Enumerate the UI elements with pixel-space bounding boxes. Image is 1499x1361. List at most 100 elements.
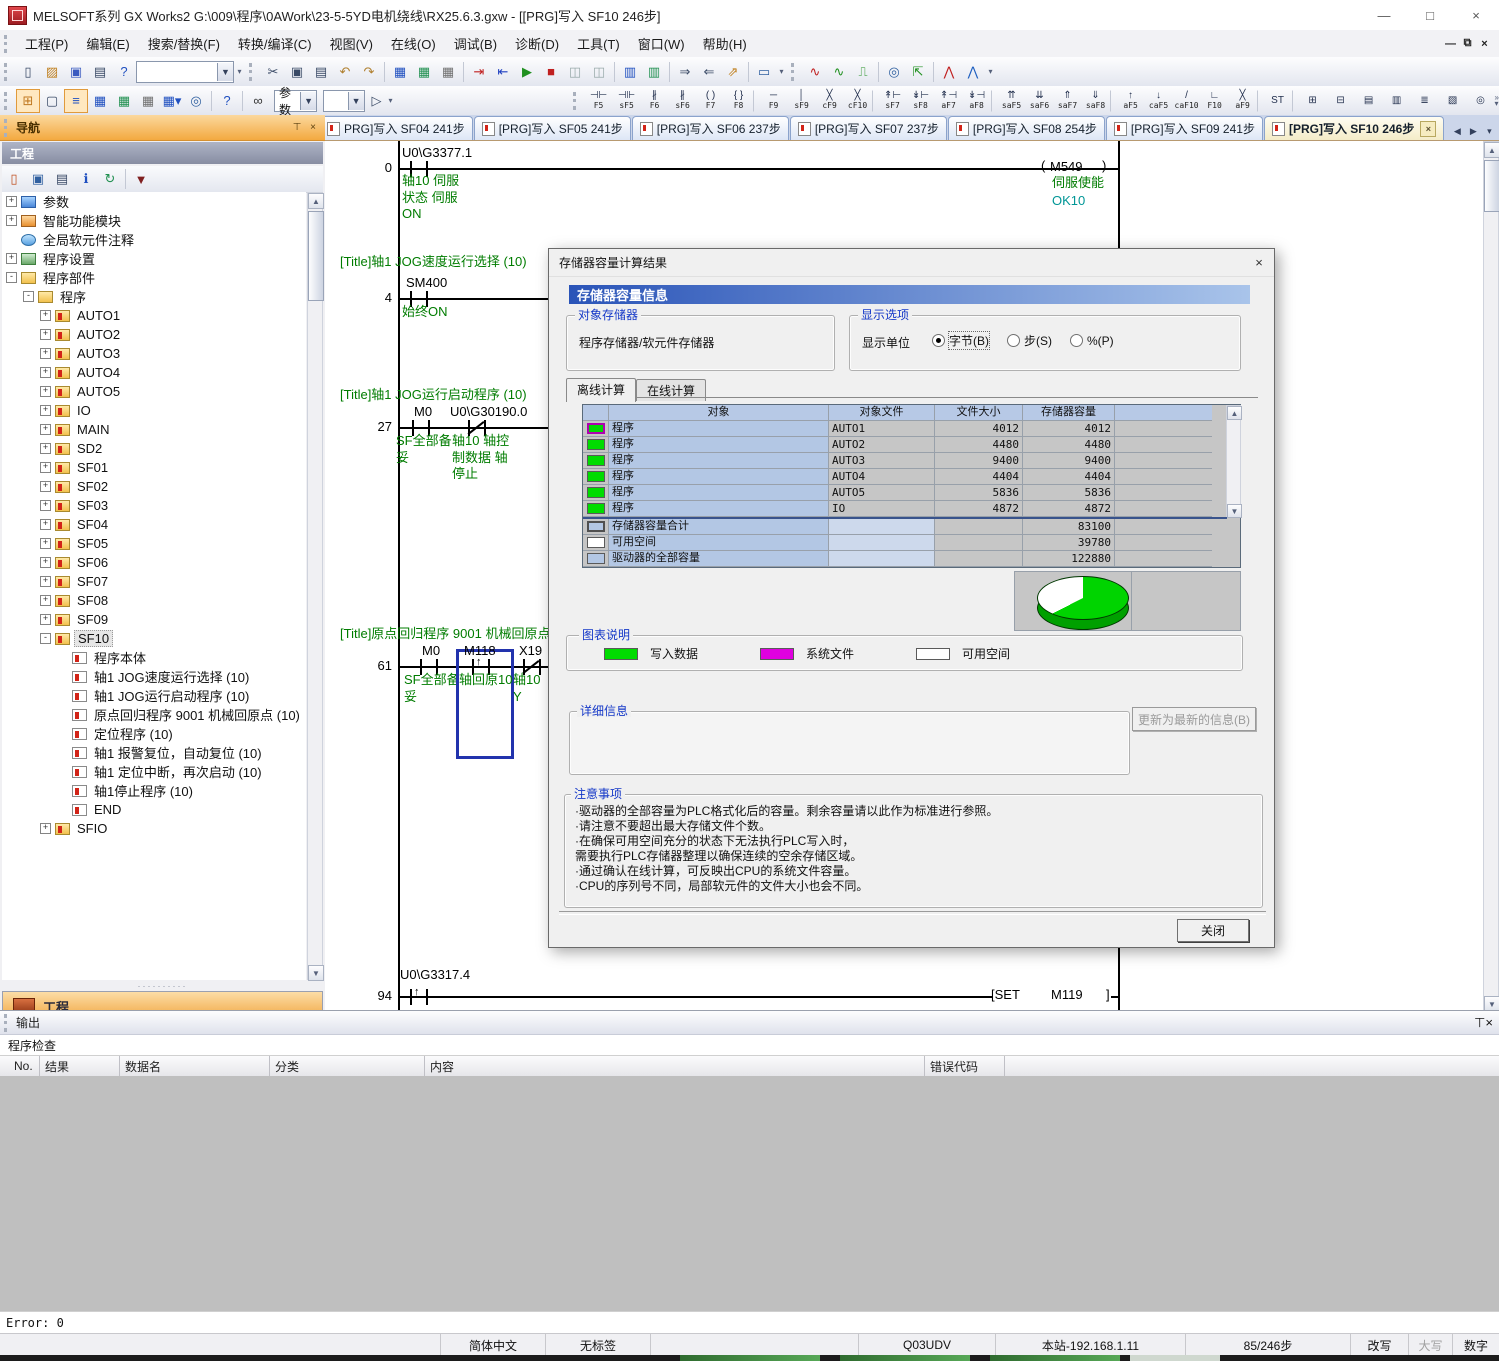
tree-expander[interactable]: + bbox=[40, 538, 51, 549]
capacity-row[interactable]: 程序 AUTO1 4012 4012 bbox=[583, 421, 1240, 437]
tree-item[interactable]: + MAIN bbox=[2, 420, 306, 439]
chevron-down-icon[interactable]: ▼ bbox=[300, 92, 316, 110]
secondary-combo[interactable]: ▼ bbox=[323, 90, 364, 112]
vertical-line-button[interactable]: │sF9 bbox=[788, 87, 816, 114]
document-tab[interactable]: [PRG]写入 SF10 246步 × bbox=[1264, 116, 1444, 140]
scroll-up-icon[interactable]: ▲ bbox=[1227, 406, 1242, 420]
document-tab[interactable]: [PRG]写入 SF06 237步 bbox=[632, 116, 789, 140]
tree-item[interactable]: + AUTO2 bbox=[2, 325, 306, 344]
open-project-icon[interactable]: ▨ bbox=[40, 60, 64, 84]
jump-back-icon[interactable]: ⇐ bbox=[697, 60, 721, 84]
tree-expander[interactable]: + bbox=[40, 823, 51, 834]
convert-operation-button[interactable]: ↓caF5 bbox=[1145, 87, 1173, 114]
write-to-plc-icon[interactable]: ⇥ bbox=[467, 60, 491, 84]
tree-item[interactable]: 定位程序 (10) bbox=[2, 724, 306, 743]
tree-expander[interactable]: + bbox=[40, 386, 51, 397]
document-tab[interactable]: [PRG]写入 SF08 254步 bbox=[948, 116, 1105, 140]
cut-icon[interactable]: ✂ bbox=[261, 60, 285, 84]
tree-expander[interactable]: + bbox=[40, 481, 51, 492]
tree-expander[interactable]: - bbox=[40, 633, 51, 644]
doc-view-icon[interactable]: ≡ bbox=[64, 89, 88, 113]
tree-item[interactable]: + SD2 bbox=[2, 439, 306, 458]
tree-item[interactable]: 原点回归程序 9001 机械回原点 (10) bbox=[2, 705, 306, 724]
panel-splitter[interactable]: ·········· bbox=[2, 981, 323, 990]
close-contact-button[interactable]: ∦F6 bbox=[641, 87, 669, 114]
tree-expander[interactable]: + bbox=[6, 196, 17, 207]
capacity-row[interactable]: 程序 AUTO3 9400 9400 bbox=[583, 453, 1240, 469]
contact-device-label[interactable]: M0 bbox=[414, 404, 432, 419]
document-tab[interactable]: [PRG]写入 SF09 241步 bbox=[1106, 116, 1263, 140]
device-display-mode-icon[interactable]: ▦▾ bbox=[160, 89, 184, 113]
contact-device-label[interactable]: X19 bbox=[519, 643, 542, 658]
tree-item[interactable]: 轴1 JOG运行启动程序 (10) bbox=[2, 686, 306, 705]
tree-item[interactable]: + AUTO4 bbox=[2, 363, 306, 382]
set-operand[interactable]: M119 bbox=[1051, 987, 1083, 1002]
falling-close-branch-button[interactable]: ⇓saF8 bbox=[1082, 87, 1110, 114]
tree-expander[interactable]: + bbox=[40, 443, 51, 454]
menu-item[interactable]: 帮助(H) bbox=[694, 30, 756, 57]
filter-icon[interactable]: ▼ bbox=[129, 167, 153, 191]
new-project-icon[interactable]: ▯ bbox=[16, 60, 40, 84]
falling-pulse-close-button[interactable]: ↡⊣aF8 bbox=[963, 87, 991, 114]
trace-search-icon[interactable]: ◎ bbox=[882, 60, 906, 84]
tree-item[interactable]: + SF09 bbox=[2, 610, 306, 629]
tree-item[interactable]: + IO bbox=[2, 401, 306, 420]
dialog-close-icon[interactable]: × bbox=[1244, 251, 1274, 275]
capacity-row[interactable]: 程序 IO 4872 4872 bbox=[583, 501, 1240, 517]
column-header[interactable]: 数据名 bbox=[120, 1056, 270, 1076]
tree-expander[interactable]: + bbox=[40, 367, 51, 378]
rising-pulse-button[interactable]: ↟⊢sF7 bbox=[879, 87, 907, 114]
search-duplicate-button[interactable]: ◎ bbox=[1467, 87, 1495, 114]
tree-scrollbar[interactable]: ▲ ▼ bbox=[307, 192, 323, 980]
property-icon[interactable]: ℹ bbox=[74, 167, 98, 191]
tree-item[interactable]: + SF05 bbox=[2, 534, 306, 553]
paste-icon[interactable]: ▤ bbox=[309, 60, 333, 84]
refresh-icon[interactable]: ↻ bbox=[98, 167, 122, 191]
scroll-down-icon[interactable]: ▼ bbox=[1484, 996, 1499, 1011]
mdi-close-icon[interactable]: × bbox=[1476, 35, 1493, 52]
scrollbar-thumb[interactable] bbox=[1484, 160, 1499, 212]
falling-pulse-button[interactable]: ↡⊢sF8 bbox=[907, 87, 935, 114]
toolbar-icon[interactable] bbox=[211, 91, 212, 111]
calc-tab[interactable]: 离线计算 bbox=[566, 378, 636, 402]
tree-item[interactable]: END bbox=[2, 800, 306, 819]
tree-expander[interactable]: + bbox=[40, 310, 51, 321]
capacity-row[interactable]: 程序 AUTO2 4480 4480 bbox=[583, 437, 1240, 453]
paste-item-icon[interactable]: ▤ bbox=[50, 167, 74, 191]
pulse-icon[interactable]: ⎍ bbox=[851, 60, 875, 84]
device-test-icon[interactable]: ▦ bbox=[436, 60, 460, 84]
tree-expander[interactable]: + bbox=[6, 215, 17, 226]
tree-expander[interactable]: - bbox=[23, 291, 34, 302]
tree-expander[interactable]: + bbox=[40, 405, 51, 416]
chevron-down-icon[interactable]: ▼ bbox=[217, 63, 233, 81]
horizontal-line-input-button[interactable]: ∟F10 bbox=[1201, 87, 1229, 114]
tree-expander[interactable]: + bbox=[40, 557, 51, 568]
jump-next-icon[interactable]: ⇗ bbox=[721, 60, 745, 84]
horizontal-line-button[interactable]: ─F9 bbox=[760, 87, 788, 114]
tree-item[interactable]: - 程序 bbox=[2, 287, 306, 306]
tree-expander[interactable]: + bbox=[40, 329, 51, 340]
tree-item[interactable]: + 参数 bbox=[2, 192, 306, 211]
trace-transfer-icon[interactable]: ⇱ bbox=[906, 60, 930, 84]
tab-close-icon[interactable]: × bbox=[1420, 121, 1436, 137]
table-scrollbar[interactable]: ▲ ▼ bbox=[1226, 405, 1241, 517]
scroll-down-icon[interactable]: ▼ bbox=[1227, 504, 1242, 518]
rising-pulse-close-button[interactable]: ↟⊣aF7 bbox=[935, 87, 963, 114]
tab-next-icon[interactable]: ▶ bbox=[1465, 122, 1481, 140]
contact-device-label[interactable]: SM400 bbox=[406, 275, 447, 290]
toolbar-icon[interactable] bbox=[384, 62, 385, 82]
close-branch-button[interactable]: ∦sF6 bbox=[669, 87, 697, 114]
column-header[interactable]: 分类 bbox=[270, 1056, 425, 1076]
editor-scrollbar[interactable]: ▲ ▼ bbox=[1483, 141, 1499, 1011]
read-from-plc-icon[interactable]: ⇤ bbox=[491, 60, 515, 84]
tree-expander[interactable]: + bbox=[40, 348, 51, 359]
tree-expander[interactable]: + bbox=[40, 595, 51, 606]
column-header[interactable]: 错误代码 bbox=[925, 1056, 1005, 1076]
menu-item[interactable]: 在线(O) bbox=[382, 30, 445, 57]
tree-item[interactable]: + SF08 bbox=[2, 591, 306, 610]
tree-item[interactable]: 轴1 定位中断，再次启动 (10) bbox=[2, 762, 306, 781]
menu-item[interactable]: 工具(T) bbox=[568, 30, 629, 57]
coil-button[interactable]: ( )F7 bbox=[697, 87, 725, 114]
fkey-button[interactable] bbox=[872, 90, 879, 112]
close-dialog-button[interactable]: 关闭 bbox=[1177, 919, 1249, 942]
